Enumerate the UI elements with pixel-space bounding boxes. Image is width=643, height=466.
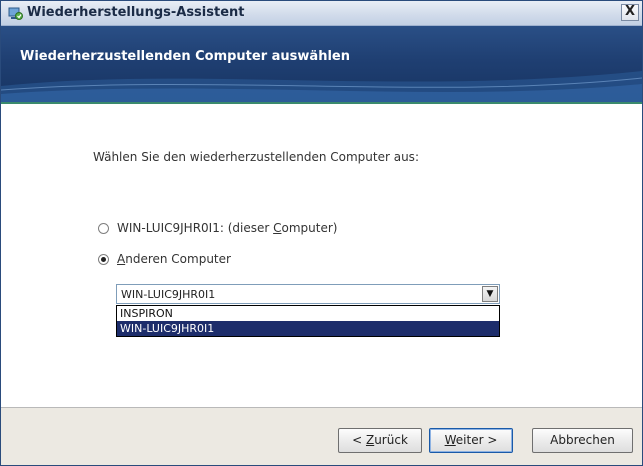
chevron-down-icon[interactable]: ▼: [482, 286, 498, 302]
radio-other-computer-button[interactable]: [98, 253, 109, 265]
wizard-window: Wiederherstellungs-Assistent X Wiederher…: [0, 0, 643, 466]
page-title: Wiederherzustellenden Computer auswählen: [20, 49, 350, 64]
radio-other-computer[interactable]: Anderen Computer: [98, 252, 231, 266]
banner-swoosh-graphic: [1, 71, 642, 102]
next-button[interactable]: Weiter >: [429, 428, 513, 453]
dropdown-option-win-luic9jhr0i1[interactable]: WIN-LUIC9JHR0I1: [117, 321, 499, 336]
close-button[interactable]: X: [621, 4, 639, 21]
instruction-text: Wählen Sie den wiederherzustellenden Com…: [93, 150, 419, 164]
cancel-button[interactable]: Abbrechen: [532, 428, 633, 453]
radio-this-computer[interactable]: WIN-LUIC9JHR0I1: (dieser Computer): [98, 221, 337, 235]
recovery-wizard-icon: [8, 7, 23, 20]
computer-dropdown[interactable]: WIN-LUIC9JHR0I1 ▼: [116, 284, 500, 304]
header-banner: Wiederherzustellenden Computer auswählen: [1, 26, 642, 102]
computer-dropdown-value: WIN-LUIC9JHR0I1: [121, 288, 216, 301]
content-area: Wählen Sie den wiederherzustellenden Com…: [1, 104, 642, 407]
button-bar: < Zurück Weiter > Abbrechen: [1, 408, 642, 465]
dropdown-option-inspiron[interactable]: INSPIRON: [117, 306, 499, 321]
back-button[interactable]: < Zurück: [338, 428, 422, 453]
title-bar[interactable]: Wiederherstellungs-Assistent X: [1, 1, 642, 26]
radio-this-computer-button[interactable]: [98, 222, 109, 234]
window-title: Wiederherstellungs-Assistent: [27, 5, 245, 20]
computer-dropdown-list: INSPIRON WIN-LUIC9JHR0I1: [116, 305, 500, 337]
radio-this-computer-label[interactable]: WIN-LUIC9JHR0I1: (dieser Computer): [117, 221, 337, 235]
radio-other-computer-label[interactable]: Anderen Computer: [117, 252, 231, 266]
